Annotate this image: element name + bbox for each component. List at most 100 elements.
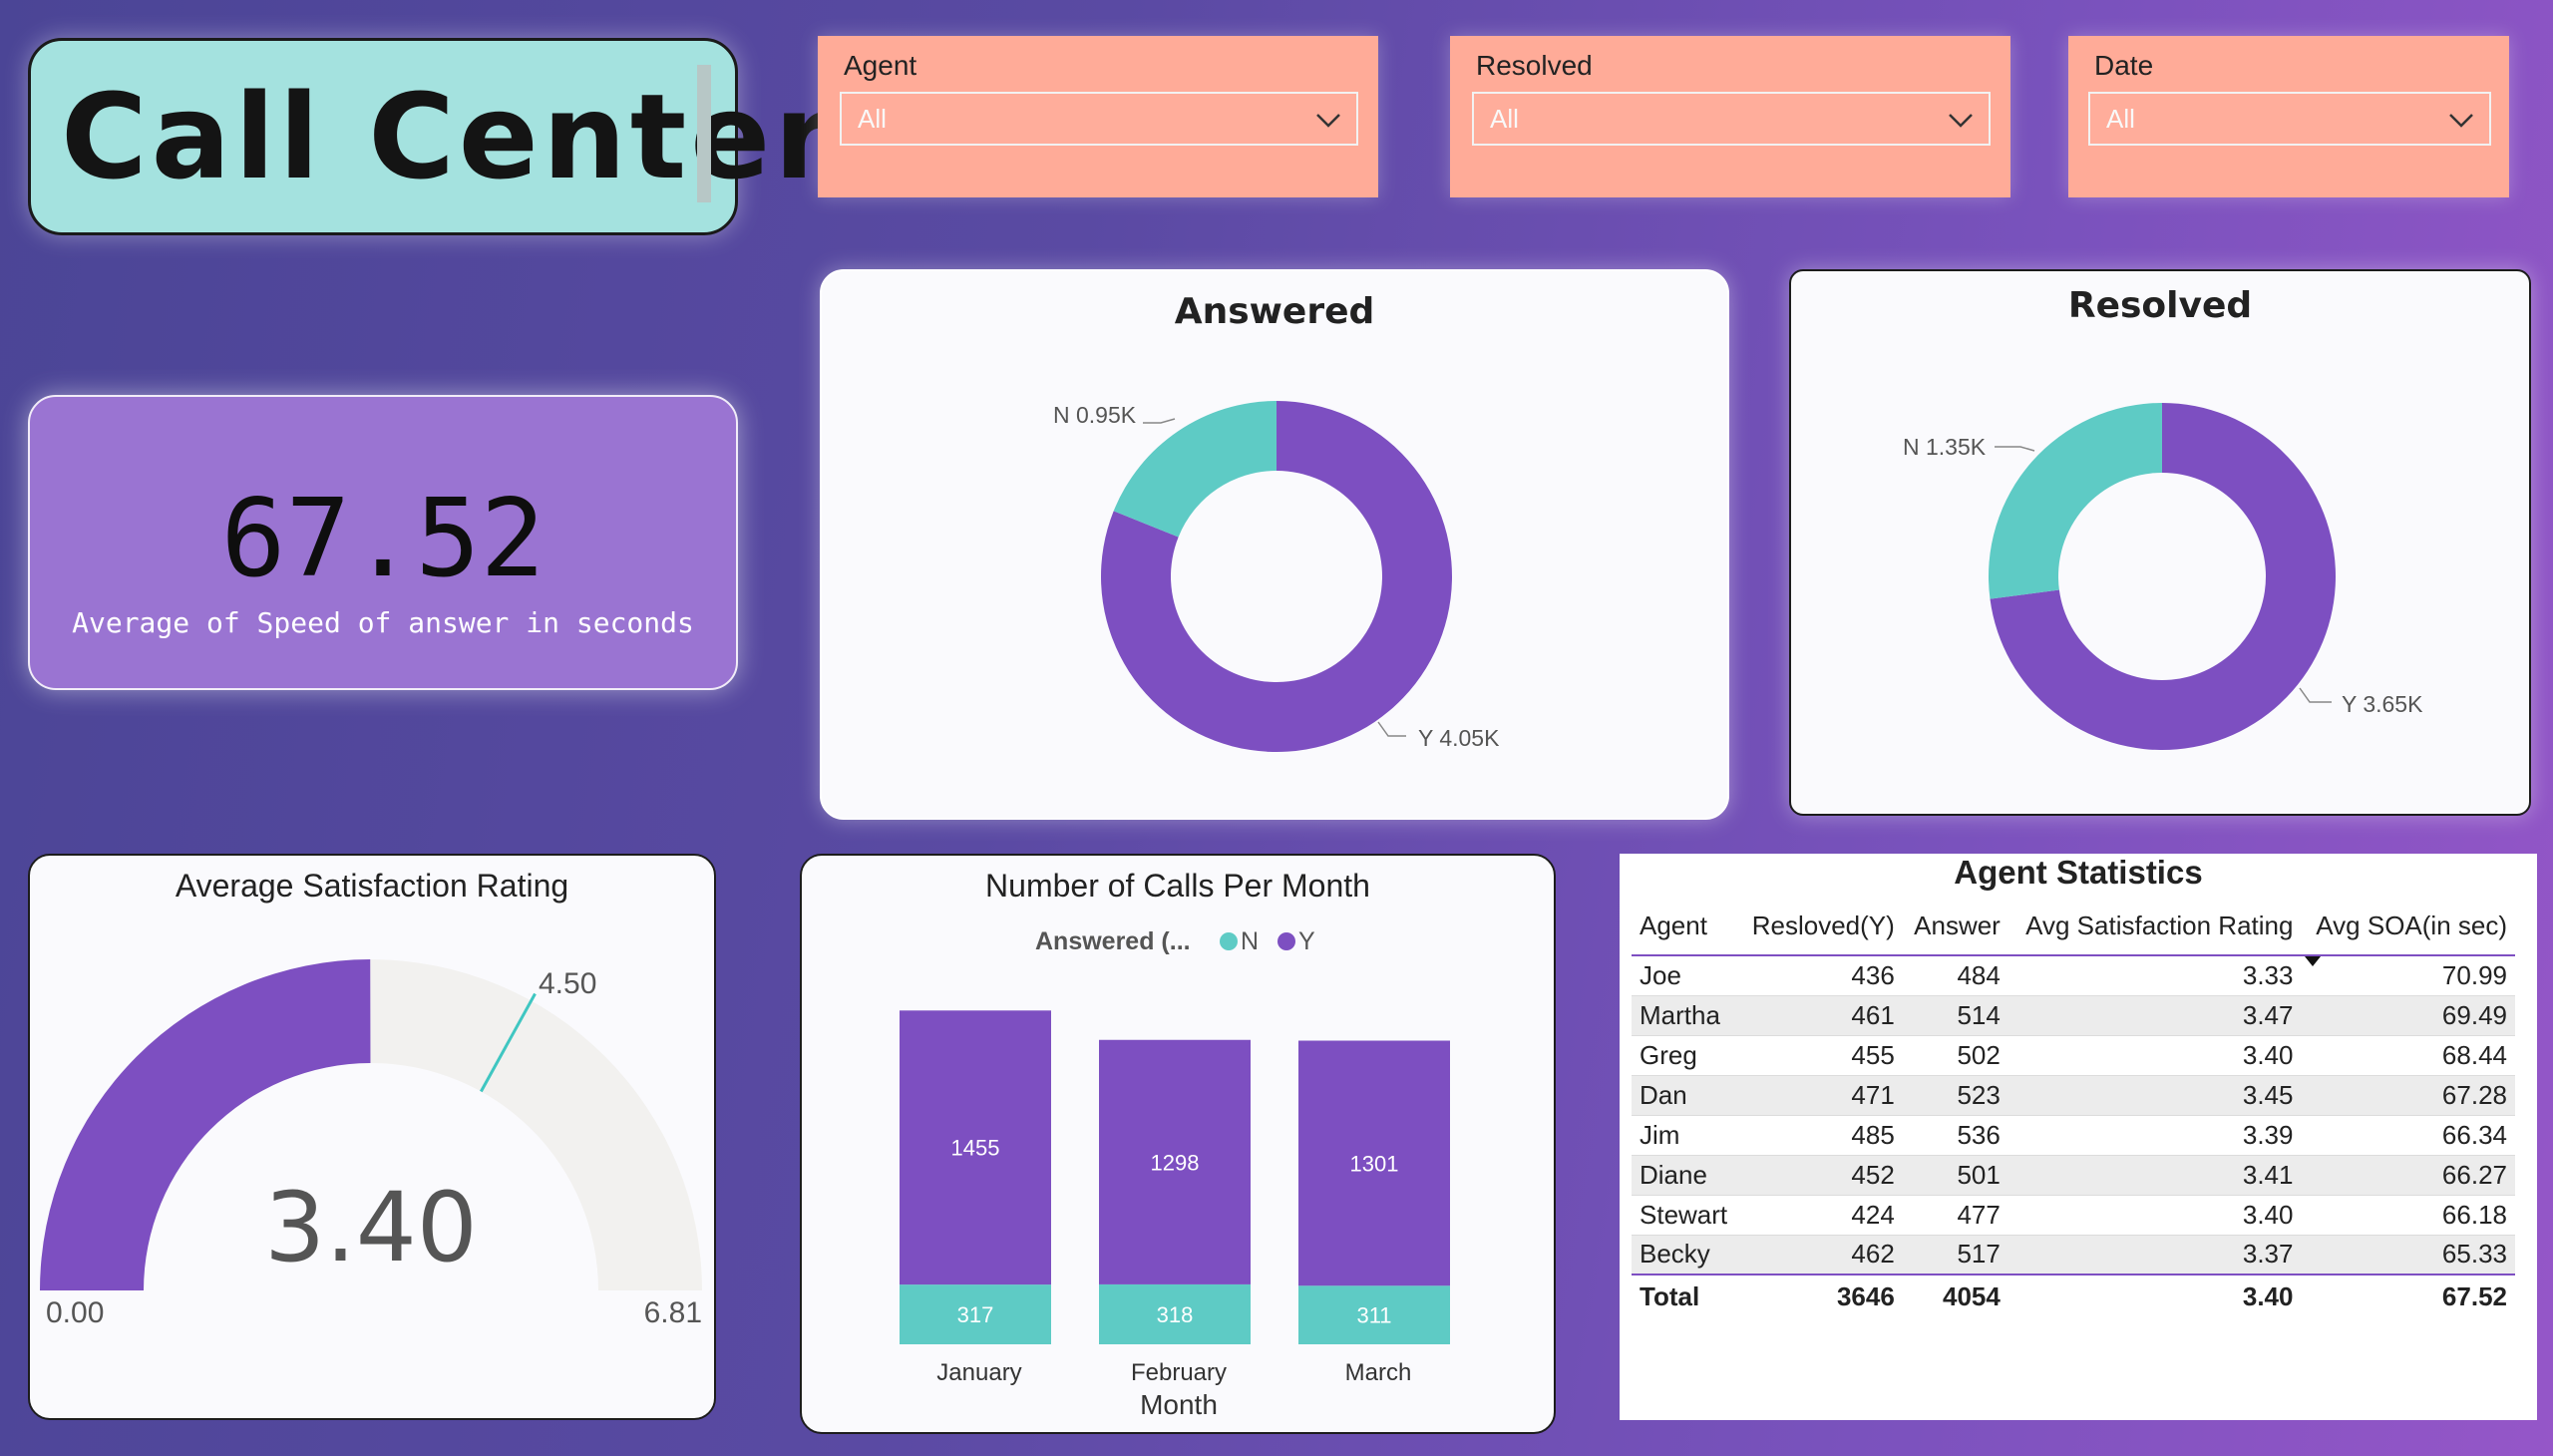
answered-donut-card: Answered N 0.95K Y 4.05K — [820, 269, 1729, 820]
table-row[interactable]: Jim 485 536 3.39 66.34 — [1632, 1115, 2515, 1156]
agent-slicer-label: Agent — [844, 50, 917, 81]
bar-data-label-y: 1298 — [1151, 1150, 1200, 1175]
page-title: Call Center — [61, 68, 837, 205]
table-cell: 3.39 — [2007, 1115, 2302, 1156]
legend-n-swatch — [1220, 932, 1238, 950]
answered-y-leader — [1377, 721, 1406, 737]
date-dropdown-value: All — [2106, 103, 2135, 134]
table-cell: 462 — [1738, 1235, 1903, 1275]
answered-y-label: Y 4.05K — [1418, 725, 1500, 751]
gauge-min-label: 0.00 — [46, 1296, 104, 1329]
x-tick-label: January — [936, 1359, 1021, 1386]
total-cell: 3.40 — [2242, 1281, 2294, 1311]
column-header-avg-satisfaction[interactable]: Avg Satisfaction Rating — [2007, 898, 2302, 956]
table-cell: 484 — [1902, 955, 2008, 996]
table-cell: 3.41 — [2007, 1155, 2302, 1196]
table-cell: 471 — [1738, 1075, 1903, 1116]
total-cell: Total — [1640, 1281, 1700, 1311]
table-cell: 70.99 — [2301, 955, 2515, 996]
table-cell: 3.33 — [2007, 955, 2302, 996]
legend-title: Answered (... — [1035, 927, 1191, 955]
table-cell: 436 — [1738, 955, 1903, 996]
table-row[interactable]: Martha 461 514 3.47 69.49 — [1632, 995, 2515, 1036]
resolved-donut-chart: N 1.35K Y 3.65K — [1903, 403, 2423, 750]
column-header-avg-soa[interactable]: Avg SOA(in sec) — [2301, 898, 2515, 966]
kpi-card: 67.52 Average of Speed of answer in seco… — [28, 395, 738, 690]
answered-n-label: N 0.95K — [1053, 402, 1137, 428]
table-cell: 65.33 — [2301, 1235, 2515, 1275]
table-cell: 485 — [1738, 1115, 1903, 1156]
gauge-card: Average Satisfaction Rating 4.50 3.40 0.… — [28, 854, 716, 1420]
table-row[interactable]: Becky 462 517 3.37 65.33 — [1632, 1235, 2515, 1275]
column-header-agent[interactable]: Agent — [1632, 898, 1739, 956]
x-tick-label: February — [1131, 1359, 1227, 1386]
total-cell: 4054 — [1943, 1281, 2001, 1311]
table-cell: 3.37 — [2007, 1235, 2302, 1275]
table-header-row: Agent Resloved(Y) Answer Avg Satisfactio… — [1632, 898, 2515, 966]
table-cell: 3.40 — [2007, 1035, 2302, 1076]
x-axis-label: Month — [1140, 1389, 1218, 1420]
date-slicer-label: Date — [2094, 50, 2154, 81]
total-cell: 3646 — [1836, 1281, 1895, 1311]
table-cell: Stewart — [1632, 1195, 1739, 1236]
resolved-slicer-label: Resolved — [1476, 50, 1593, 81]
table-cell: 514 — [1902, 995, 2008, 1036]
gauge-value: 3.40 — [264, 1172, 478, 1283]
sort-descending-icon — [2305, 956, 2322, 966]
chevron-down-icon — [1316, 114, 1340, 128]
table-title: Agent Statistics — [1954, 854, 2203, 891]
title-card: Call Center — [28, 38, 832, 235]
resolved-n-label: N 1.35K — [1903, 434, 1987, 460]
calls-bar-chart: Answered (... N Y 317 1455 January 318 1298 F… — [900, 927, 1450, 1420]
table-cell: 461 — [1738, 995, 1903, 1036]
bar-data-label-n: 318 — [1157, 1302, 1194, 1327]
total-cell: 67.52 — [2441, 1281, 2507, 1311]
column-header-avg-soa-label: Avg SOA(in sec) — [2316, 910, 2507, 940]
bar-group: 317 1455 January 318 1298 February 311 1301 Marc… — [900, 1010, 1450, 1386]
table-cell: Dan — [1632, 1075, 1739, 1116]
gauge-target-label: 4.50 — [539, 967, 596, 1000]
satisfaction-gauge: 4.50 3.40 0.00 6.81 — [40, 959, 702, 1329]
resolved-slicer: Resolved All — [1450, 36, 2010, 197]
table-cell: 68.44 — [2301, 1035, 2515, 1076]
table-cell: 66.18 — [2301, 1195, 2515, 1236]
table-row[interactable]: Joe 436 484 3.33 70.99 — [1632, 955, 2515, 996]
date-dropdown[interactable]: All — [2088, 92, 2491, 146]
resolved-y-label: Y 3.65K — [2342, 691, 2423, 717]
answered-donut-chart: N 0.95K Y 4.05K — [1053, 401, 1500, 752]
table-cell: 452 — [1738, 1155, 1903, 1196]
table-row[interactable]: Greg 455 502 3.40 68.44 — [1632, 1035, 2515, 1076]
resolved-dropdown-value: All — [1490, 103, 1519, 134]
table-row[interactable]: Stewart 424 477 3.40 66.18 — [1632, 1195, 2515, 1236]
bar-data-label-y: 1455 — [951, 1136, 1000, 1161]
table-cell: 523 — [1902, 1075, 2008, 1116]
table-cell: 3.47 — [2007, 995, 2302, 1036]
text-cursor — [697, 65, 711, 202]
resolved-dropdown[interactable]: All — [1472, 92, 1991, 146]
table-total-row: Total 3646 4054 3.40 67.52 — [1632, 1274, 2515, 1318]
chevron-down-icon — [2449, 114, 2473, 128]
table-cell: 424 — [1738, 1195, 1903, 1236]
column-header-resolved[interactable]: Resloved(Y) — [1738, 898, 1903, 956]
agent-dropdown[interactable]: All — [840, 92, 1358, 146]
table-cell: 3.45 — [2007, 1075, 2302, 1116]
resolved-y-leader — [2299, 687, 2332, 703]
table-cell: 67.28 — [2301, 1075, 2515, 1116]
table-row[interactable]: Diane 452 501 3.41 66.27 — [1632, 1155, 2515, 1196]
table-cell: Joe — [1632, 955, 1739, 996]
legend-n-label: N — [1241, 927, 1259, 955]
bar-data-label-n: 311 — [1356, 1303, 1391, 1328]
table-cell: 455 — [1738, 1035, 1903, 1076]
answered-donut-slice-n — [1113, 401, 1276, 538]
table-row[interactable]: Dan 471 523 3.45 67.28 — [1632, 1075, 2515, 1116]
column-header-answer[interactable]: Answer — [1902, 898, 2008, 956]
table-cell: Martha — [1632, 995, 1739, 1036]
table-cell: 66.34 — [2301, 1115, 2515, 1156]
bar-data-label-y: 1301 — [1350, 1151, 1399, 1176]
resolved-donut-slice-n — [1989, 403, 2162, 599]
agent-statistics-table: Agent Resloved(Y) Answer Avg Satisfactio… — [1632, 898, 2515, 1318]
agent-slicer: Agent All — [818, 36, 1378, 197]
chevron-down-icon — [1949, 114, 1973, 128]
gauge-max-label: 6.81 — [644, 1296, 702, 1329]
table-cell: Becky — [1632, 1235, 1739, 1275]
